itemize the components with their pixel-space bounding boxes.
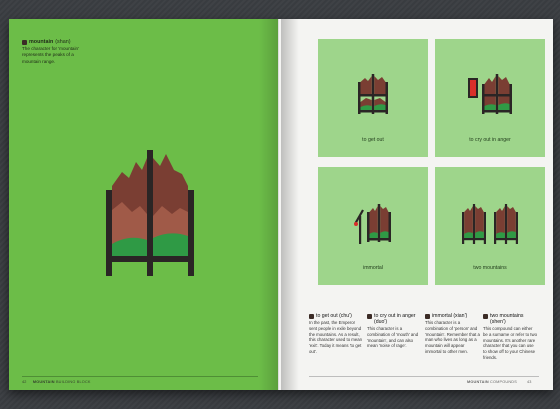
- description-body: In the past, the Emperor sent people in …: [309, 320, 363, 354]
- intro-pinyin: (shan): [55, 39, 71, 45]
- glyph-mini-icon: [425, 314, 430, 319]
- card-caption: to get out: [362, 137, 384, 143]
- left-footer-label: BUILDING BLOCK: [55, 380, 91, 384]
- glyph-mini-icon: [483, 314, 488, 319]
- right-footer-section: MOUNTAIN: [467, 380, 489, 384]
- description-to-get-out: to get out (chu') In the past, the Emper…: [309, 313, 364, 355]
- right-footer-label: COMPOUNDS: [490, 380, 517, 384]
- glyph-mini-icon: [367, 314, 372, 319]
- to-get-out-glyph: [358, 74, 388, 114]
- card-caption: immortal: [363, 265, 383, 271]
- description-body: This compound can either be a surname or…: [483, 326, 537, 360]
- right-page-number: 43: [527, 380, 532, 384]
- intro-body: The character for 'mountain' represents …: [22, 46, 79, 64]
- left-footer-section: MOUNTAIN: [32, 380, 55, 384]
- description-title: to get out (chu'): [316, 313, 352, 319]
- card-caption: to cry out in anger: [469, 137, 511, 143]
- intro-title: mountain (shan): [22, 39, 92, 45]
- right-footer-rule: [309, 376, 539, 377]
- glyph-mini-icon: [309, 314, 314, 319]
- intro-block: mountain (shan) The character for 'mount…: [22, 39, 92, 65]
- description-body: This character is a combination of 'mout…: [367, 326, 419, 349]
- card-caption: two mountains: [473, 265, 507, 271]
- gutter-shadow-right: [281, 19, 299, 390]
- mountain-character-illustration: [106, 150, 194, 276]
- right-footer: MOUNTAIN COMPOUNDS 43: [467, 380, 532, 384]
- description-two-mountains: two mountains (shen') This compound can …: [483, 313, 538, 361]
- description-body: This character is a combination of 'pers…: [425, 320, 480, 354]
- description-to-cry-out: to cry out in anger (duo') This characte…: [367, 313, 422, 349]
- left-page: mountain (shan) The character for 'mount…: [9, 19, 279, 390]
- left-footer: 42 MOUNTAIN BUILDING BLOCK: [22, 380, 91, 384]
- intro-title-text: mountain: [29, 39, 54, 45]
- description-title: immortal (xian'): [432, 313, 468, 319]
- open-book: mountain (shan) The character for 'mount…: [9, 19, 553, 390]
- immortal-glyph: [354, 204, 391, 244]
- description-title: to cry out in anger (duo'): [374, 313, 416, 325]
- card-to-cry-out-in-anger: to cry out in anger: [435, 39, 545, 157]
- card-immortal: immortal: [318, 167, 428, 285]
- left-page-number: 42: [22, 380, 27, 384]
- left-footer-rule: [22, 376, 258, 377]
- two-mountains-glyph: [462, 204, 518, 244]
- card-to-get-out: to get out: [318, 39, 428, 157]
- right-page: to get out to cry out in anger immortal …: [279, 19, 553, 390]
- card-two-mountains: two mountains: [435, 167, 545, 285]
- description-immortal: immortal (xian') This character is a com…: [425, 313, 480, 355]
- mountain-mini-icon: [22, 39, 27, 45]
- to-cry-out-glyph: [468, 74, 512, 114]
- description-title: two mountains (shen'): [490, 313, 524, 325]
